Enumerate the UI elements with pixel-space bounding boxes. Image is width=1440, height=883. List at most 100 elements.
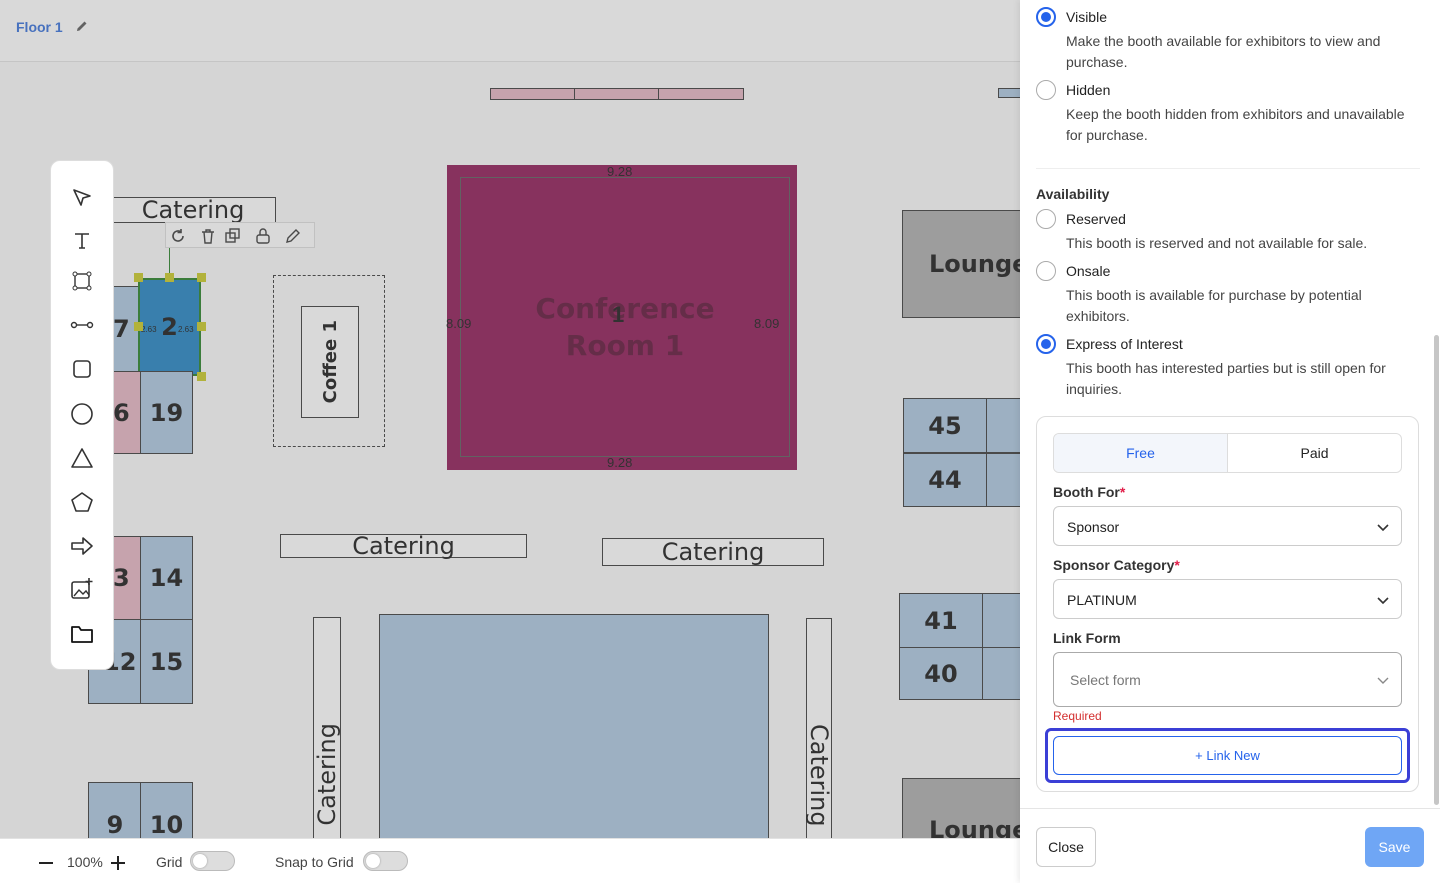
measure-right: 8.09 <box>754 316 780 331</box>
booth-top-right[interactable] <box>998 88 1020 98</box>
circle-tool-icon[interactable] <box>67 399 97 429</box>
link-new-button[interactable]: + Link New <box>1053 736 1402 775</box>
floor-title[interactable]: Floor 1 <box>16 19 63 35</box>
measure-bottom: 9.28 <box>607 455 633 470</box>
visibility-option-hidden[interactable]: Hidden <box>1036 80 1110 100</box>
line-tool-icon[interactable] <box>67 310 97 340</box>
booth-top-a[interactable] <box>490 88 575 100</box>
zoom-out-icon[interactable] <box>38 855 54 871</box>
panel-footer: Close Save <box>1020 808 1440 883</box>
catering-area-mid-left[interactable]: Catering <box>280 532 527 560</box>
onsale-description: This booth is available for purchase by … <box>1066 287 1362 324</box>
lock-icon[interactable] <box>254 227 272 245</box>
rectangle-tool-icon[interactable] <box>67 354 97 384</box>
catering-area-mid-right[interactable]: Catering <box>602 538 824 566</box>
grid-toggle[interactable] <box>190 851 235 871</box>
booth-45[interactable]: 45 <box>903 398 987 453</box>
measure-small-right: 2.63 <box>178 325 194 334</box>
add-image-icon[interactable] <box>67 574 97 604</box>
express-of-interest-label: Express of Interest <box>1066 336 1183 352</box>
pentagon-tool-icon[interactable] <box>67 487 97 517</box>
radio-hidden[interactable] <box>1036 80 1056 100</box>
radio-express-of-interest[interactable] <box>1036 334 1056 354</box>
booth-41[interactable]: 41 <box>899 593 983 648</box>
booth-right-c[interactable] <box>982 593 1020 648</box>
delete-icon[interactable] <box>199 227 217 245</box>
select-pointer-icon[interactable] <box>67 183 97 213</box>
lounge-area-top[interactable]: Lounge <box>902 210 1020 318</box>
reserved-label: Reserved <box>1066 211 1126 227</box>
floor-canvas[interactable]: Floor 1 Catering 7 2 2.63 2.63 6 19 3 14… <box>0 0 1020 883</box>
booth-right-b[interactable] <box>986 453 1020 507</box>
availability-option-reserved[interactable]: Reserved <box>1036 209 1126 229</box>
radio-reserved[interactable] <box>1036 209 1056 229</box>
reserved-description: This booth is reserved and not available… <box>1066 235 1368 251</box>
booth-settings-panel: Visible Make the booth available for exh… <box>1020 0 1440 883</box>
rotate-icon[interactable] <box>168 226 188 246</box>
booth-14[interactable]: 14 <box>140 536 193 620</box>
visibility-option-visible[interactable]: Visible <box>1036 7 1107 27</box>
availability-heading: Availability <box>1036 186 1110 202</box>
close-button[interactable]: Close <box>1036 827 1096 867</box>
resize-handle[interactable] <box>165 273 174 282</box>
tab-free[interactable]: Free <box>1054 434 1228 472</box>
main-hall-area[interactable] <box>379 614 769 854</box>
snap-to-grid-toggle[interactable] <box>363 851 408 871</box>
panel-scroll-area[interactable]: Visible Make the booth available for exh… <box>1020 0 1440 808</box>
hidden-label: Hidden <box>1066 82 1111 98</box>
resize-handle[interactable] <box>197 273 206 282</box>
arrow-tool-icon[interactable] <box>67 531 97 561</box>
visible-description: Make the booth available for exhibitors … <box>1066 33 1381 70</box>
booth-top-c[interactable] <box>658 88 744 100</box>
resize-handle[interactable] <box>134 322 143 331</box>
availability-option-express-of-interest[interactable]: Express of Interest <box>1036 334 1183 354</box>
radio-onsale[interactable] <box>1036 261 1056 281</box>
link-form-label: Link Form <box>1053 630 1121 646</box>
save-button[interactable]: Save <box>1365 827 1424 867</box>
text-tool-icon[interactable] <box>67 226 97 256</box>
edit-icon[interactable] <box>284 227 302 245</box>
booth-19[interactable]: 19 <box>140 371 193 454</box>
coffee-booth[interactable]: Coffee 1 <box>301 306 359 418</box>
booth-top-b[interactable] <box>574 88 659 100</box>
required-mark: * <box>1174 557 1180 573</box>
canvas-bottom-bar: 100% Grid Snap to Grid <box>0 838 1020 883</box>
booth-right-a[interactable] <box>986 398 1020 453</box>
hidden-description: Keep the booth hidden from exhibitors an… <box>1066 106 1405 143</box>
booth-15[interactable]: 15 <box>140 619 193 704</box>
chevron-down-icon <box>1375 592 1391 608</box>
booth-right-d[interactable] <box>982 647 1020 700</box>
sponsor-category-value: PLATINUM <box>1067 592 1137 608</box>
polygon-tool-icon[interactable] <box>67 266 97 296</box>
catering-area-vertical-left[interactable]: Catering <box>313 617 341 857</box>
edit-pencil-icon[interactable] <box>74 18 90 34</box>
booth-40[interactable]: 40 <box>899 647 983 700</box>
measure-top: 9.28 <box>607 164 633 179</box>
resize-handle[interactable] <box>134 273 143 282</box>
express-of-interest-description: This booth has interested parties but is… <box>1066 360 1386 397</box>
measure-small-left: 2.63 <box>141 325 157 334</box>
drawing-toolbox <box>50 160 114 670</box>
booth-for-label: Booth For* <box>1053 484 1126 500</box>
resize-handle[interactable] <box>197 322 206 331</box>
booth-44[interactable]: 44 <box>903 453 987 507</box>
sponsor-category-select[interactable]: PLATINUM <box>1053 579 1402 619</box>
grid-label: Grid <box>156 854 183 870</box>
folder-icon[interactable] <box>67 619 97 649</box>
panel-scrollbar[interactable] <box>1434 335 1439 805</box>
measure-left: 8.09 <box>446 316 472 331</box>
section-divider <box>1036 168 1420 169</box>
zoom-level: 100% <box>67 854 103 870</box>
resize-handle[interactable] <box>197 372 206 381</box>
duplicate-icon[interactable] <box>224 227 242 245</box>
tab-paid[interactable]: Paid <box>1228 434 1401 472</box>
availability-option-onsale[interactable]: Onsale <box>1036 261 1110 281</box>
zoom-in-icon[interactable] <box>110 855 126 871</box>
link-form-error: Required <box>1053 709 1102 723</box>
catering-area-topleft[interactable]: Catering <box>110 196 276 224</box>
booth-for-select[interactable]: Sponsor <box>1053 506 1402 546</box>
link-form-select[interactable]: Select form <box>1053 652 1402 707</box>
radio-visible[interactable] <box>1036 7 1056 27</box>
catering-area-vertical-right[interactable]: Catering <box>805 618 833 858</box>
triangle-tool-icon[interactable] <box>67 443 97 473</box>
